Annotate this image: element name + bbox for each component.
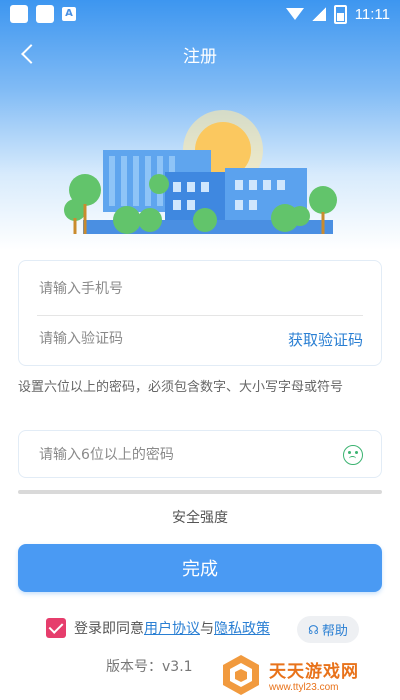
- password-strength-bar: [18, 490, 382, 494]
- agreement-checkbox[interactable]: [46, 618, 66, 638]
- watermark-title: 天天游戏网: [269, 662, 359, 682]
- privacy-policy-link[interactable]: 隐私政策: [214, 618, 270, 638]
- status-time: 11:11: [354, 5, 390, 23]
- chevron-left-icon: [21, 44, 41, 64]
- get-code-button[interactable]: 获取验证码: [288, 329, 363, 350]
- phone-code-card: 获取验证码: [18, 260, 382, 366]
- password-row: [37, 431, 363, 479]
- watermark-logo: [223, 655, 259, 695]
- strength-label: 安全强度: [172, 510, 228, 526]
- page-title: 注册: [183, 46, 217, 67]
- phone-row: [37, 263, 363, 316]
- code-input[interactable]: [37, 330, 288, 348]
- password-card: [18, 430, 382, 478]
- status-bar: A 11:11: [0, 0, 400, 28]
- app-icon: [10, 5, 28, 23]
- wifi-icon: [285, 8, 304, 20]
- nav-bar: 注册: [0, 36, 400, 72]
- user-agreement-link[interactable]: 用户协议: [144, 618, 200, 638]
- code-row: 获取验证码: [37, 313, 363, 365]
- sad-face-icon: [343, 445, 363, 465]
- back-button[interactable]: [14, 40, 42, 68]
- help-label: 帮助: [321, 624, 348, 639]
- agreement-row: 登录即同意 用户协议 与 隐私政策: [46, 618, 270, 638]
- password-input[interactable]: [37, 446, 343, 464]
- agreement-prefix: 登录即同意: [74, 621, 144, 637]
- a-icon: A: [62, 7, 76, 21]
- city-illustration: [64, 110, 337, 234]
- headset-icon: ☊: [308, 622, 319, 637]
- phone-input[interactable]: [37, 280, 363, 298]
- app-icon: [36, 5, 54, 23]
- agreement-joiner: 与: [200, 621, 214, 637]
- password-hint: 设置六位以上的密码，必须包含数字、大小写字母或符号: [18, 380, 344, 395]
- signal-icon: [311, 7, 326, 21]
- help-button[interactable]: ☊ 帮助: [297, 616, 359, 643]
- battery-icon: [333, 4, 347, 24]
- watermark-url: www.ttyl23.com: [269, 682, 339, 693]
- watermark: 天天游戏网 www.ttyl23.com: [205, 650, 400, 700]
- done-button[interactable]: 完成: [18, 544, 382, 592]
- version-text: 版本号：v3.1: [106, 659, 193, 675]
